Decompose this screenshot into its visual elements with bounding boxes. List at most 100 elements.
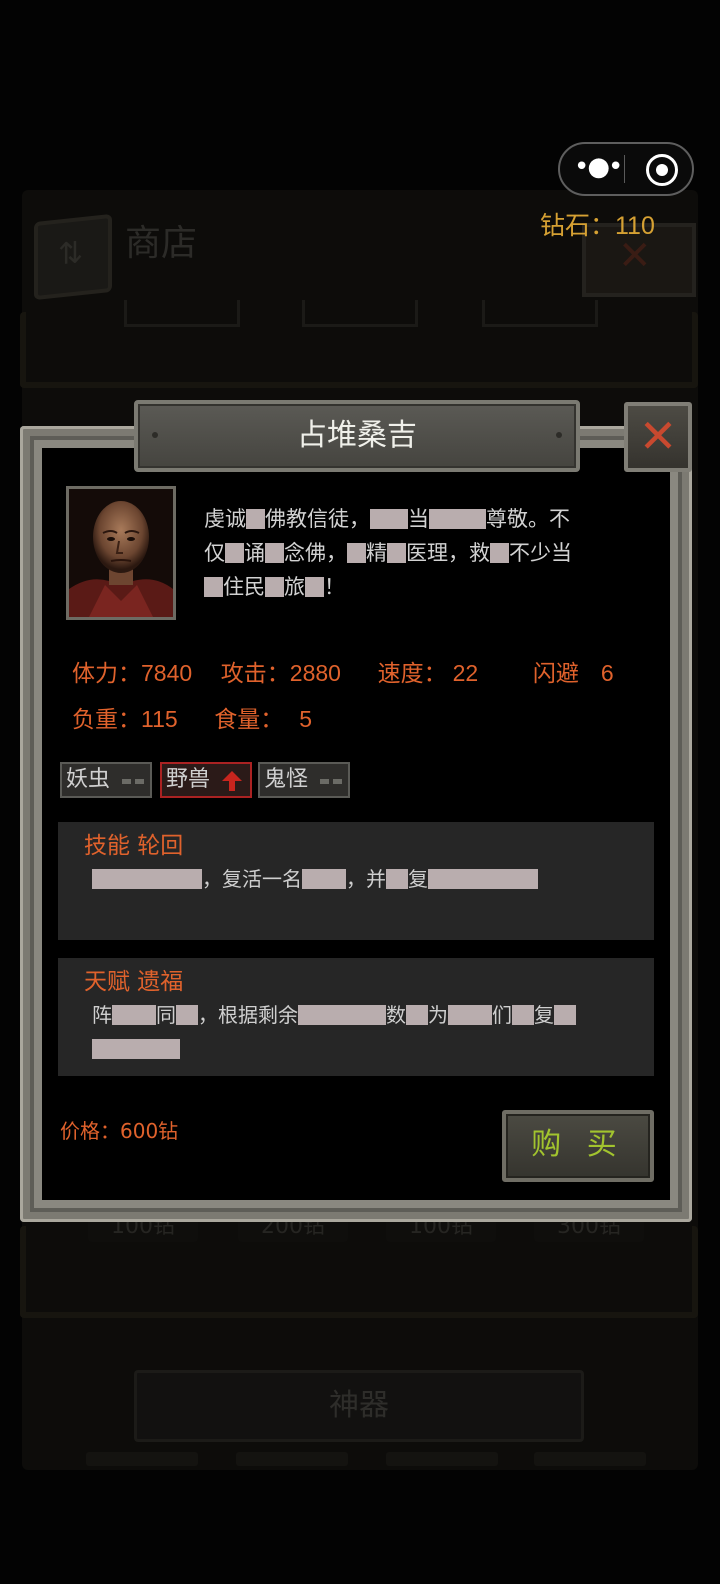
shop-box-icon [34,213,112,301]
shop-title: 商店 [125,223,198,264]
text-segment: 复 [408,867,428,891]
arrow-up-icon [222,771,242,791]
diamond-count: 钻石：110 [540,212,655,240]
redacted-text [225,543,244,563]
tag-beast[interactable]: 野兽 [160,762,252,798]
redacted-text [92,1039,180,1059]
dialog-title-plate: 占堆桑吉 [134,400,580,472]
nail-icon [152,432,158,438]
shop-card [386,1452,498,1466]
neutral-icon [320,779,342,784]
text-segment: ！ [324,575,345,599]
redacted-text [554,1005,576,1025]
stamina-value: 7840 [141,660,193,686]
attack-label: 攻击： [220,661,290,687]
text-segment: 旅 [284,575,305,599]
shop-tab [302,300,418,327]
redacted-text [265,543,284,563]
redacted-text [512,1005,534,1025]
text-segment: 同 [156,1003,176,1027]
redacted-text [370,509,408,529]
stamina-label: 体力： [72,661,141,687]
miniprogram-capsule: •●• [558,142,694,196]
text-segment: 们 [492,1003,512,1027]
talent-box: 天赋 遗福 阵 同 ，根据剩余 数为 们复 [58,958,654,1076]
skill-description: ，复活一名 ，并复 [92,862,632,896]
stats-row-2: 负重：115 食量： 5 [72,700,312,734]
close-dialog-button[interactable]: ✕ [624,402,692,472]
redacted-text [387,543,406,563]
close-icon: ✕ [638,409,678,463]
load-value: 115 [141,706,178,732]
text-segment: 住民 [223,575,265,599]
price-label: 价格：600钻 [60,1119,179,1143]
redacted-text [490,543,509,563]
redacted-text [246,509,265,529]
redacted-text [92,869,202,889]
redacted-text [204,577,223,597]
text-segment: 虔诚 [204,507,246,531]
text-segment: 精 [366,541,387,565]
text-segment: 不少当 [509,541,572,565]
close-miniprogram-icon[interactable] [646,154,678,186]
tag-label: 野兽 [166,767,211,792]
shop-card [534,1452,646,1466]
shop-tab [124,300,240,327]
text-segment: 医理，救 [406,541,490,565]
text-segment: 佛教信徒， [265,507,370,531]
text-segment: ，根据剩余 [198,1003,298,1027]
redacted-text [298,1005,386,1025]
tag-insect[interactable]: 妖虫 [60,762,152,798]
text-line: 阵 同 ，根据剩余 数为 们复 [92,998,632,1032]
shop-card [236,1452,348,1466]
shop-section-artifact: 神器 [134,1370,584,1442]
redacted-text [305,577,324,597]
buy-button[interactable]: 购 买 [502,1110,654,1182]
redacted-text [347,543,366,563]
text-line: 仅诵念佛， 精医理，救 不少当 [204,536,624,570]
text-segment: 复 [534,1003,554,1027]
redacted-text [428,869,538,889]
nail-icon [556,432,562,438]
redacted-text [176,1005,198,1025]
hero-description: 虔诚 佛教信徒， 当 尊敬。不仅诵念佛， 精医理，救 不少当 住民旅 ！ [204,502,624,604]
tag-label: 鬼怪 [264,767,309,792]
text-segment: 当 [408,507,429,531]
neutral-icon [122,779,144,784]
text-segment: ，复活一名 [202,867,302,891]
attack-value: 2880 [289,660,341,686]
more-icon[interactable]: •●• [574,154,623,184]
text-line: ，复活一名 ，并复 [92,862,632,896]
text-segment: 数 [386,1003,406,1027]
text-segment: 尊敬。不 [486,507,570,531]
skill-title: 技能 轮回 [84,833,184,859]
speed-label: 速度： [377,661,447,687]
speed-value: 22 [452,660,479,686]
text-line: 虔诚 佛教信徒， 当 尊敬。不 [204,502,624,536]
text-line [92,1032,632,1066]
tag-ghost[interactable]: 鬼怪 [258,762,350,798]
shop-tab [482,300,598,327]
redacted-text [448,1005,492,1025]
redacted-text [112,1005,156,1025]
redacted-text [429,509,486,529]
capsule-divider [624,155,625,183]
tag-label: 妖虫 [66,767,111,792]
monk-portrait-image [69,489,173,617]
food-label: 食量： [214,707,284,733]
redacted-text [265,577,284,597]
redacted-text [302,869,346,889]
text-segment: 阵 [92,1003,112,1027]
redacted-text [386,869,408,889]
load-label: 负重： [72,707,141,733]
hero-portrait [66,486,176,620]
talent-description: 阵 同 ，根据剩余 数为 们复 [92,998,632,1066]
talent-title: 天赋 遗福 [84,969,184,995]
text-segment: 仅 [204,541,225,565]
text-segment: 念佛， [284,541,347,565]
text-line: 住民旅 ！ [204,570,624,604]
stats-row-1: 体力：7840 攻击：2880 速度： 22 闪避 6 [72,654,614,688]
skill-box: 技能 轮回 ，复活一名 ，并复 [58,822,654,940]
text-segment: 为 [428,1003,448,1027]
shop-card [86,1452,198,1466]
